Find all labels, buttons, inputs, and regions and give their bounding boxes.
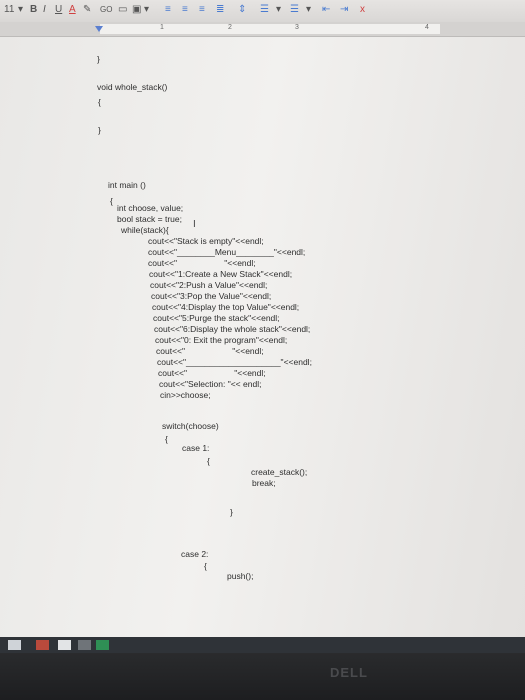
code-line: cout<<"4:Display the top Value"<<endl;	[152, 302, 300, 312]
decrease-indent-icon[interactable]: ⇤	[322, 4, 330, 16]
bold-button[interactable]: B	[30, 4, 37, 16]
windows-taskbar	[0, 637, 525, 653]
document-page[interactable]: } void whole_stack() { } int main () { i…	[0, 37, 525, 637]
chevron-down-icon[interactable]: ▾	[18, 4, 23, 16]
chevron-down-icon[interactable]: ▾	[144, 4, 149, 16]
code-line: cout<<"5:Purge the stack"<<endl;	[153, 313, 280, 323]
align-left-icon[interactable]: ≡	[165, 4, 171, 16]
insert-link-button[interactable]: GO	[100, 4, 112, 16]
code-line: int choose, value;	[117, 203, 184, 213]
underline-button[interactable]: U	[55, 4, 62, 16]
numbered-list-icon[interactable]: ☰	[260, 4, 269, 16]
code-line: while(stack){	[121, 225, 169, 235]
start-icon[interactable]	[8, 640, 21, 650]
code-line: {	[204, 561, 207, 571]
app-icon[interactable]	[78, 640, 91, 650]
code-line: cout<<"________Menu________"<<endl;	[148, 247, 306, 257]
insert-comment-icon[interactable]: ▭	[118, 4, 127, 16]
code-line: bool stack = true;	[117, 214, 182, 224]
align-justify-icon[interactable]: ≣	[216, 4, 224, 16]
app2-icon[interactable]	[96, 640, 109, 650]
code-line: }	[98, 125, 101, 135]
code-line: cout<<"Stack is empty"<<endl;	[148, 236, 264, 246]
ruler-mark: 4	[425, 24, 429, 31]
code-line: }	[230, 507, 233, 517]
chevron-down-icon[interactable]: ▾	[306, 4, 311, 16]
code-line: cout<<"____________________"<<endl;	[157, 357, 312, 367]
code-line: {	[110, 196, 113, 206]
ruler-mark: 1	[160, 24, 164, 31]
code-line: cout<<"0: Exit the program"<<endl;	[155, 335, 288, 345]
align-center-icon[interactable]: ≡	[182, 4, 188, 16]
code-line: cin>>choose;	[160, 390, 211, 400]
ruler-mark: 3	[295, 24, 299, 31]
line-spacing-icon[interactable]: ⇕	[238, 4, 246, 16]
code-line: cout<<"6:Display the whole stack"<<endl;	[154, 324, 311, 334]
text-color-button[interactable]: A	[69, 4, 76, 16]
file-explorer-icon[interactable]	[36, 640, 49, 650]
increase-indent-icon[interactable]: ⇥	[340, 4, 348, 16]
code-line: int main ()	[108, 180, 146, 190]
bulleted-list-icon[interactable]: ☰	[290, 4, 299, 16]
code-line: cout<<" "<<endl;	[156, 346, 264, 356]
code-line: cout<<"2:Push a Value"<<endl;	[150, 280, 268, 290]
code-line: {	[165, 434, 168, 444]
browser-icon[interactable]	[58, 640, 71, 650]
chevron-down-icon[interactable]: ▾	[276, 4, 281, 16]
ruler[interactable]: 1 2 3 4	[0, 22, 525, 37]
code-line: void whole_stack()	[97, 82, 168, 92]
code-line: cout<<" "<<endl;	[148, 258, 256, 268]
laptop-bezel: DELL	[0, 653, 525, 700]
text-cursor-icon: I	[193, 219, 196, 230]
indent-marker-icon[interactable]	[95, 26, 103, 32]
highlight-pen-icon[interactable]: ✎	[83, 4, 91, 16]
code-line: push();	[227, 571, 254, 581]
code-line: cout<<"3:Pop the Value"<<endl;	[151, 291, 272, 301]
photo-scene: 11 ▾ B I U A ✎ GO ▭ ▣ ▾ ≡ ≡ ≡ ≣ ⇕ ☰ ▾ ☰ …	[0, 0, 525, 700]
insert-image-icon[interactable]: ▣	[132, 4, 141, 16]
code-line: break;	[252, 478, 276, 488]
ruler-mark: 2	[228, 24, 232, 31]
italic-button[interactable]: I	[43, 4, 46, 16]
align-right-icon[interactable]: ≡	[199, 4, 205, 16]
code-line: cout<<"Selection: "<< endl;	[159, 379, 262, 389]
code-line: }	[97, 54, 100, 64]
code-line: create_stack();	[251, 467, 308, 477]
font-size-select[interactable]: 11	[4, 4, 14, 16]
code-line: switch(choose)	[162, 421, 219, 431]
clear-formatting-button[interactable]: x	[360, 4, 365, 16]
code-line: cout<<"1:Create a New Stack"<<endl;	[149, 269, 293, 279]
code-line: {	[207, 456, 210, 466]
ruler-text-area	[100, 24, 440, 34]
code-line: cout<<" "<<endl;	[158, 368, 266, 378]
code-line: case 2:	[181, 549, 209, 559]
code-line: case 1:	[182, 443, 210, 453]
brand-logo: DELL	[330, 665, 368, 680]
formatting-toolbar: 11 ▾ B I U A ✎ GO ▭ ▣ ▾ ≡ ≡ ≡ ≣ ⇕ ☰ ▾ ☰ …	[0, 0, 525, 23]
code-line: {	[98, 97, 101, 107]
